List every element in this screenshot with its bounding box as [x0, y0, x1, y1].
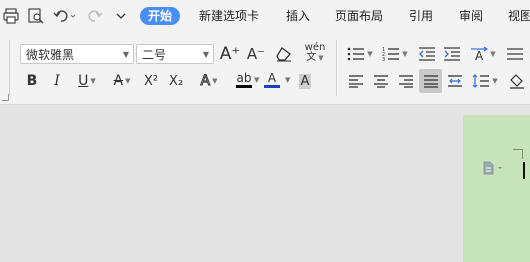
document-page[interactable] — [463, 115, 530, 262]
character-shading-icon: A — [298, 73, 312, 89]
tab-home[interactable]: 开始 — [140, 7, 181, 25]
tab-references[interactable]: 引用 — [409, 7, 433, 25]
ribbon: 微软雅黑 ▼ 二号 ▼ A⁺ A⁻ wén 文 ▼ B I U ▼ A ▼ X² X₂… — [0, 32, 530, 105]
align-right-icon — [399, 75, 413, 88]
distributed-button[interactable] — [444, 70, 466, 92]
print-preview-icon[interactable] — [26, 6, 46, 26]
numbered-list-icon: 123 — [382, 47, 400, 62]
font-size-select[interactable]: 二号 ▼ — [136, 44, 214, 64]
tab-insert[interactable]: 插入 — [286, 7, 310, 25]
justify-icon — [423, 75, 438, 88]
bold-icon: B — [26, 73, 38, 89]
bullets-button[interactable]: ▼ — [345, 43, 375, 65]
tab-page-layout[interactable]: 页面布局 — [335, 7, 383, 25]
margin-mark — [522, 149, 523, 159]
character-shading-button[interactable]: A — [295, 70, 315, 92]
line-spacing-icon — [472, 74, 490, 88]
align-center-button[interactable] — [370, 70, 392, 92]
shading-button[interactable] — [506, 70, 528, 92]
line-spacing-button[interactable]: ▼ — [470, 70, 500, 92]
distributed-icon — [448, 75, 462, 87]
superscript-button[interactable]: X² — [140, 70, 162, 92]
highlight-icon: ab — [236, 71, 252, 85]
strikethrough-button[interactable]: A ▼ — [106, 70, 138, 92]
phonetic-guide-button[interactable]: wén 文 ▼ — [300, 42, 330, 64]
text-direction-icon: A — [471, 46, 489, 62]
font-name-value: 微软雅黑 — [26, 48, 75, 62]
increase-indent-button[interactable] — [441, 43, 463, 65]
font-color-button[interactable]: A — [263, 69, 281, 91]
align-right-button[interactable] — [395, 70, 417, 92]
divider — [9, 40, 10, 96]
divider — [336, 40, 337, 96]
text-direction-button[interactable]: A ▼ — [468, 43, 498, 65]
undo-icon[interactable] — [52, 6, 78, 26]
strikethrough-icon: A — [113, 73, 124, 89]
superscript-icon: X² — [143, 73, 159, 89]
grow-font-button[interactable]: A⁺ — [219, 43, 241, 65]
chevron-down-icon[interactable]: ▼ — [285, 76, 290, 84]
text-effect-button[interactable]: A ▼ — [193, 70, 225, 92]
text-effect-icon: A — [200, 73, 211, 90]
bold-button[interactable]: B — [21, 70, 43, 92]
bullet-list-icon — [347, 47, 365, 61]
underline-icon: U — [78, 73, 89, 89]
title-bar: 开始 新建选项卡 插入 页面布局 引用 审阅 视图 — [0, 0, 530, 32]
align-center-icon — [374, 75, 388, 88]
group-launcher-icon[interactable] — [2, 94, 9, 101]
tab-new[interactable]: 新建选项卡 — [199, 7, 259, 25]
subscript-icon: X₂ — [168, 73, 184, 89]
text-cursor — [523, 162, 525, 179]
tab-review[interactable]: 审阅 — [459, 7, 483, 25]
align-left-icon — [349, 75, 363, 88]
grow-font-icon: A⁺ — [219, 44, 241, 64]
document-area — [0, 105, 530, 262]
shrink-font-icon: A⁻ — [246, 45, 266, 63]
font-color-bar — [264, 85, 280, 88]
increase-indent-icon — [444, 47, 460, 61]
shrink-font-button[interactable]: A⁻ — [245, 43, 267, 65]
subscript-button[interactable]: X₂ — [165, 70, 187, 92]
decrease-indent-icon — [419, 47, 435, 61]
font-name-select[interactable]: 微软雅黑 ▼ — [20, 44, 134, 64]
chinese-layout-icon — [507, 48, 523, 60]
paste-options-icon[interactable] — [483, 161, 502, 175]
numbering-button[interactable]: 1 2 3 ▼ — [380, 43, 410, 65]
redo-icon[interactable] — [85, 6, 105, 26]
decrease-indent-button[interactable] — [416, 43, 438, 65]
print-icon[interactable] — [1, 6, 21, 26]
svg-text:3: 3 — [382, 57, 385, 62]
customize-toolbar-icon[interactable] — [111, 6, 131, 26]
font-color-icon: A — [267, 71, 277, 85]
svg-text:A: A — [475, 49, 484, 62]
chinese-layout-button[interactable] — [504, 43, 526, 65]
chevron-down-icon[interactable]: ▼ — [254, 76, 259, 84]
paint-bucket-icon — [510, 74, 524, 89]
chevron-down-icon: ▼ — [122, 50, 129, 59]
clear-format-button[interactable] — [273, 43, 295, 65]
underline-button[interactable]: U ▼ — [71, 70, 103, 92]
highlight-color-bar — [236, 85, 252, 88]
tab-view[interactable]: 视图 — [508, 7, 530, 25]
eraser-icon — [276, 47, 291, 62]
justify-button[interactable] — [419, 69, 442, 93]
align-left-button[interactable] — [345, 70, 367, 92]
italic-icon: I — [54, 73, 60, 89]
font-size-value: 二号 — [142, 48, 167, 62]
italic-button[interactable]: I — [47, 70, 67, 92]
chevron-down-icon: ▼ — [202, 50, 209, 59]
